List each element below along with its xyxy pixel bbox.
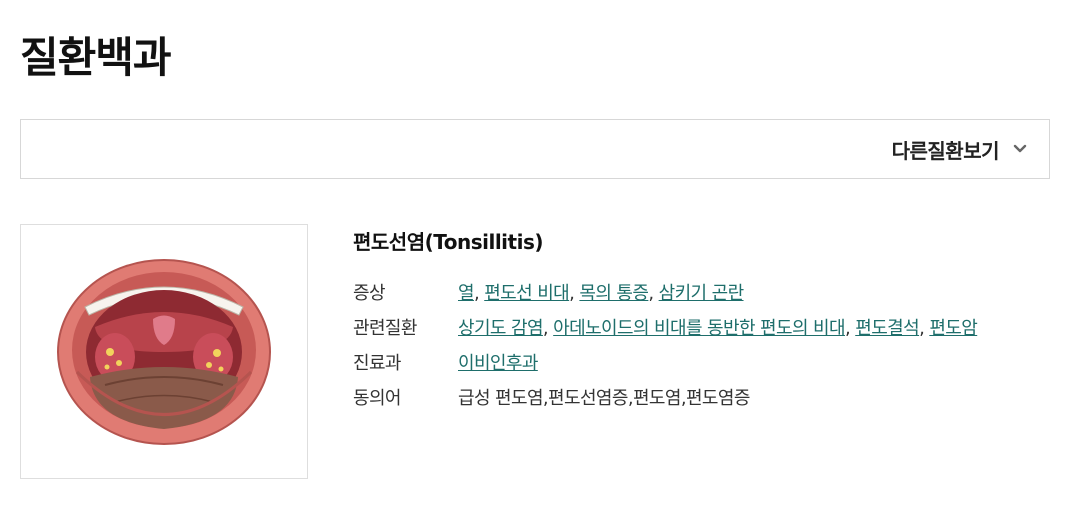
synonyms-value: 급성 편도염,편도선염증,편도염,편도염증 [458, 388, 750, 409]
synonyms-label: 동의어 [353, 388, 401, 409]
symptoms-label: 증상 [353, 283, 386, 304]
related-label: 관련질환 [353, 318, 417, 339]
department-value: 이비인후과 [458, 346, 538, 381]
disease-info: 편도선염(Tonsillitis) 증상 열, 편도선 비대, 목의 통증, 삼… [353, 228, 1063, 416]
department-link[interactable]: 이비인후과 [458, 353, 538, 374]
symptom-link[interactable]: 삼키기 곤란 [659, 283, 745, 304]
page-title: 질환백과 [20, 33, 172, 82]
department-row: 진료과 이비인후과 [353, 346, 1063, 381]
related-row: 관련질환 상기도 감염, 아데노이드의 비대를 동반한 편도의 비대, 편도결석… [353, 311, 1063, 346]
symptom-link[interactable]: 편도선 비대 [484, 283, 570, 304]
symptoms-value: 열, 편도선 비대, 목의 통증, 삼키기 곤란 [458, 283, 745, 304]
disease-image [20, 224, 308, 479]
related-link[interactable]: 상기도 감염 [458, 318, 544, 339]
symptom-link[interactable]: 목의 통증 [579, 283, 649, 304]
other-disease-selector: 다른질환보기 [20, 119, 1050, 179]
related-value: 상기도 감염, 아데노이드의 비대를 동반한 편도의 비대, 편도결석, 편도암 [458, 318, 978, 339]
open-mouth-illustration [57, 258, 271, 445]
disease-title: 편도선염(Tonsillitis) [353, 230, 544, 254]
related-link[interactable]: 아데노이드의 비대를 동반한 편도의 비대 [553, 318, 845, 339]
synonyms-row: 동의어 급성 편도염,편도선염증,편도염,편도염증 [353, 381, 1063, 416]
other-disease-button[interactable]: 다른질환보기 [892, 120, 1027, 178]
related-link[interactable]: 편도결석 [855, 318, 919, 339]
symptoms-row: 증상 열, 편도선 비대, 목의 통증, 삼키기 곤란 [353, 276, 1063, 311]
related-link[interactable]: 편도암 [929, 318, 977, 339]
chevron-down-icon [1013, 144, 1027, 153]
department-label: 진료과 [353, 353, 401, 374]
other-disease-label: 다른질환보기 [891, 138, 1000, 163]
symptom-link[interactable]: 열 [458, 283, 475, 304]
